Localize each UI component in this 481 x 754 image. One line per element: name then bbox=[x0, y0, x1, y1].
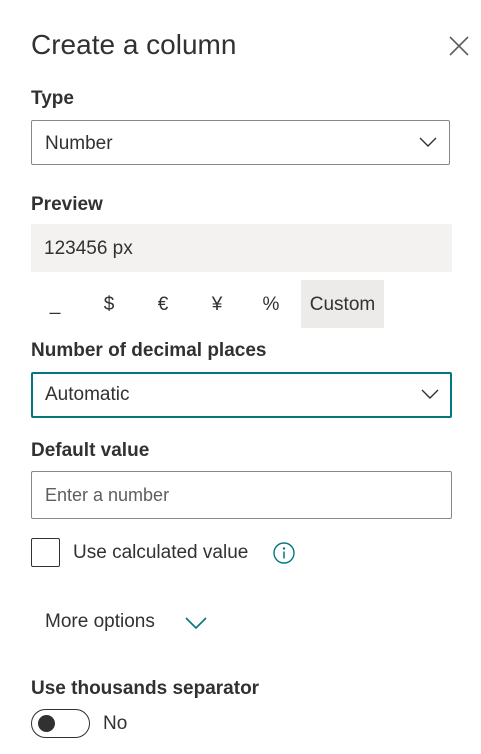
format-custom-button[interactable]: Custom bbox=[301, 280, 384, 328]
preview-value: 123456 px bbox=[44, 238, 133, 259]
create-column-panel: Create a column Type Number Preview 1234… bbox=[0, 0, 481, 754]
info-icon bbox=[273, 542, 295, 564]
thousands-separator-label: Use thousands separator bbox=[31, 678, 260, 699]
decimal-places-value: Automatic bbox=[45, 384, 130, 405]
toggle-state-label: No bbox=[103, 713, 128, 734]
panel-title: Create a column bbox=[31, 29, 237, 60]
calculated-value-checkbox[interactable] bbox=[31, 538, 60, 567]
chevron-down-icon bbox=[419, 137, 437, 147]
chevron-down-icon bbox=[421, 389, 439, 399]
more-options-button[interactable]: More options bbox=[45, 606, 207, 638]
type-dropdown-value: Number bbox=[45, 133, 113, 154]
close-icon bbox=[449, 36, 469, 56]
decimal-places-label: Number of decimal places bbox=[31, 340, 267, 361]
type-label: Type bbox=[31, 88, 74, 109]
more-options-label: More options bbox=[45, 611, 155, 632]
type-dropdown[interactable]: Number bbox=[31, 120, 450, 165]
close-button[interactable] bbox=[446, 33, 472, 59]
format-none-button[interactable]: _ bbox=[39, 280, 71, 328]
preview-box: 123456 px bbox=[31, 224, 452, 272]
format-percent-button[interactable]: % bbox=[255, 280, 287, 328]
format-euro-button[interactable]: € bbox=[147, 280, 179, 328]
format-dollar-button[interactable]: $ bbox=[93, 280, 125, 328]
decimal-places-dropdown[interactable]: Automatic bbox=[31, 372, 452, 418]
calculated-value-label: Use calculated value bbox=[73, 542, 249, 563]
default-value-label: Default value bbox=[31, 440, 150, 461]
info-button[interactable] bbox=[273, 542, 295, 564]
thousands-separator-toggle[interactable] bbox=[31, 709, 90, 738]
default-value-input[interactable] bbox=[31, 471, 452, 519]
chevron-down-icon bbox=[185, 617, 207, 630]
format-yen-button[interactable]: ¥ bbox=[201, 280, 233, 328]
toggle-knob bbox=[38, 715, 55, 732]
preview-label: Preview bbox=[31, 194, 103, 215]
